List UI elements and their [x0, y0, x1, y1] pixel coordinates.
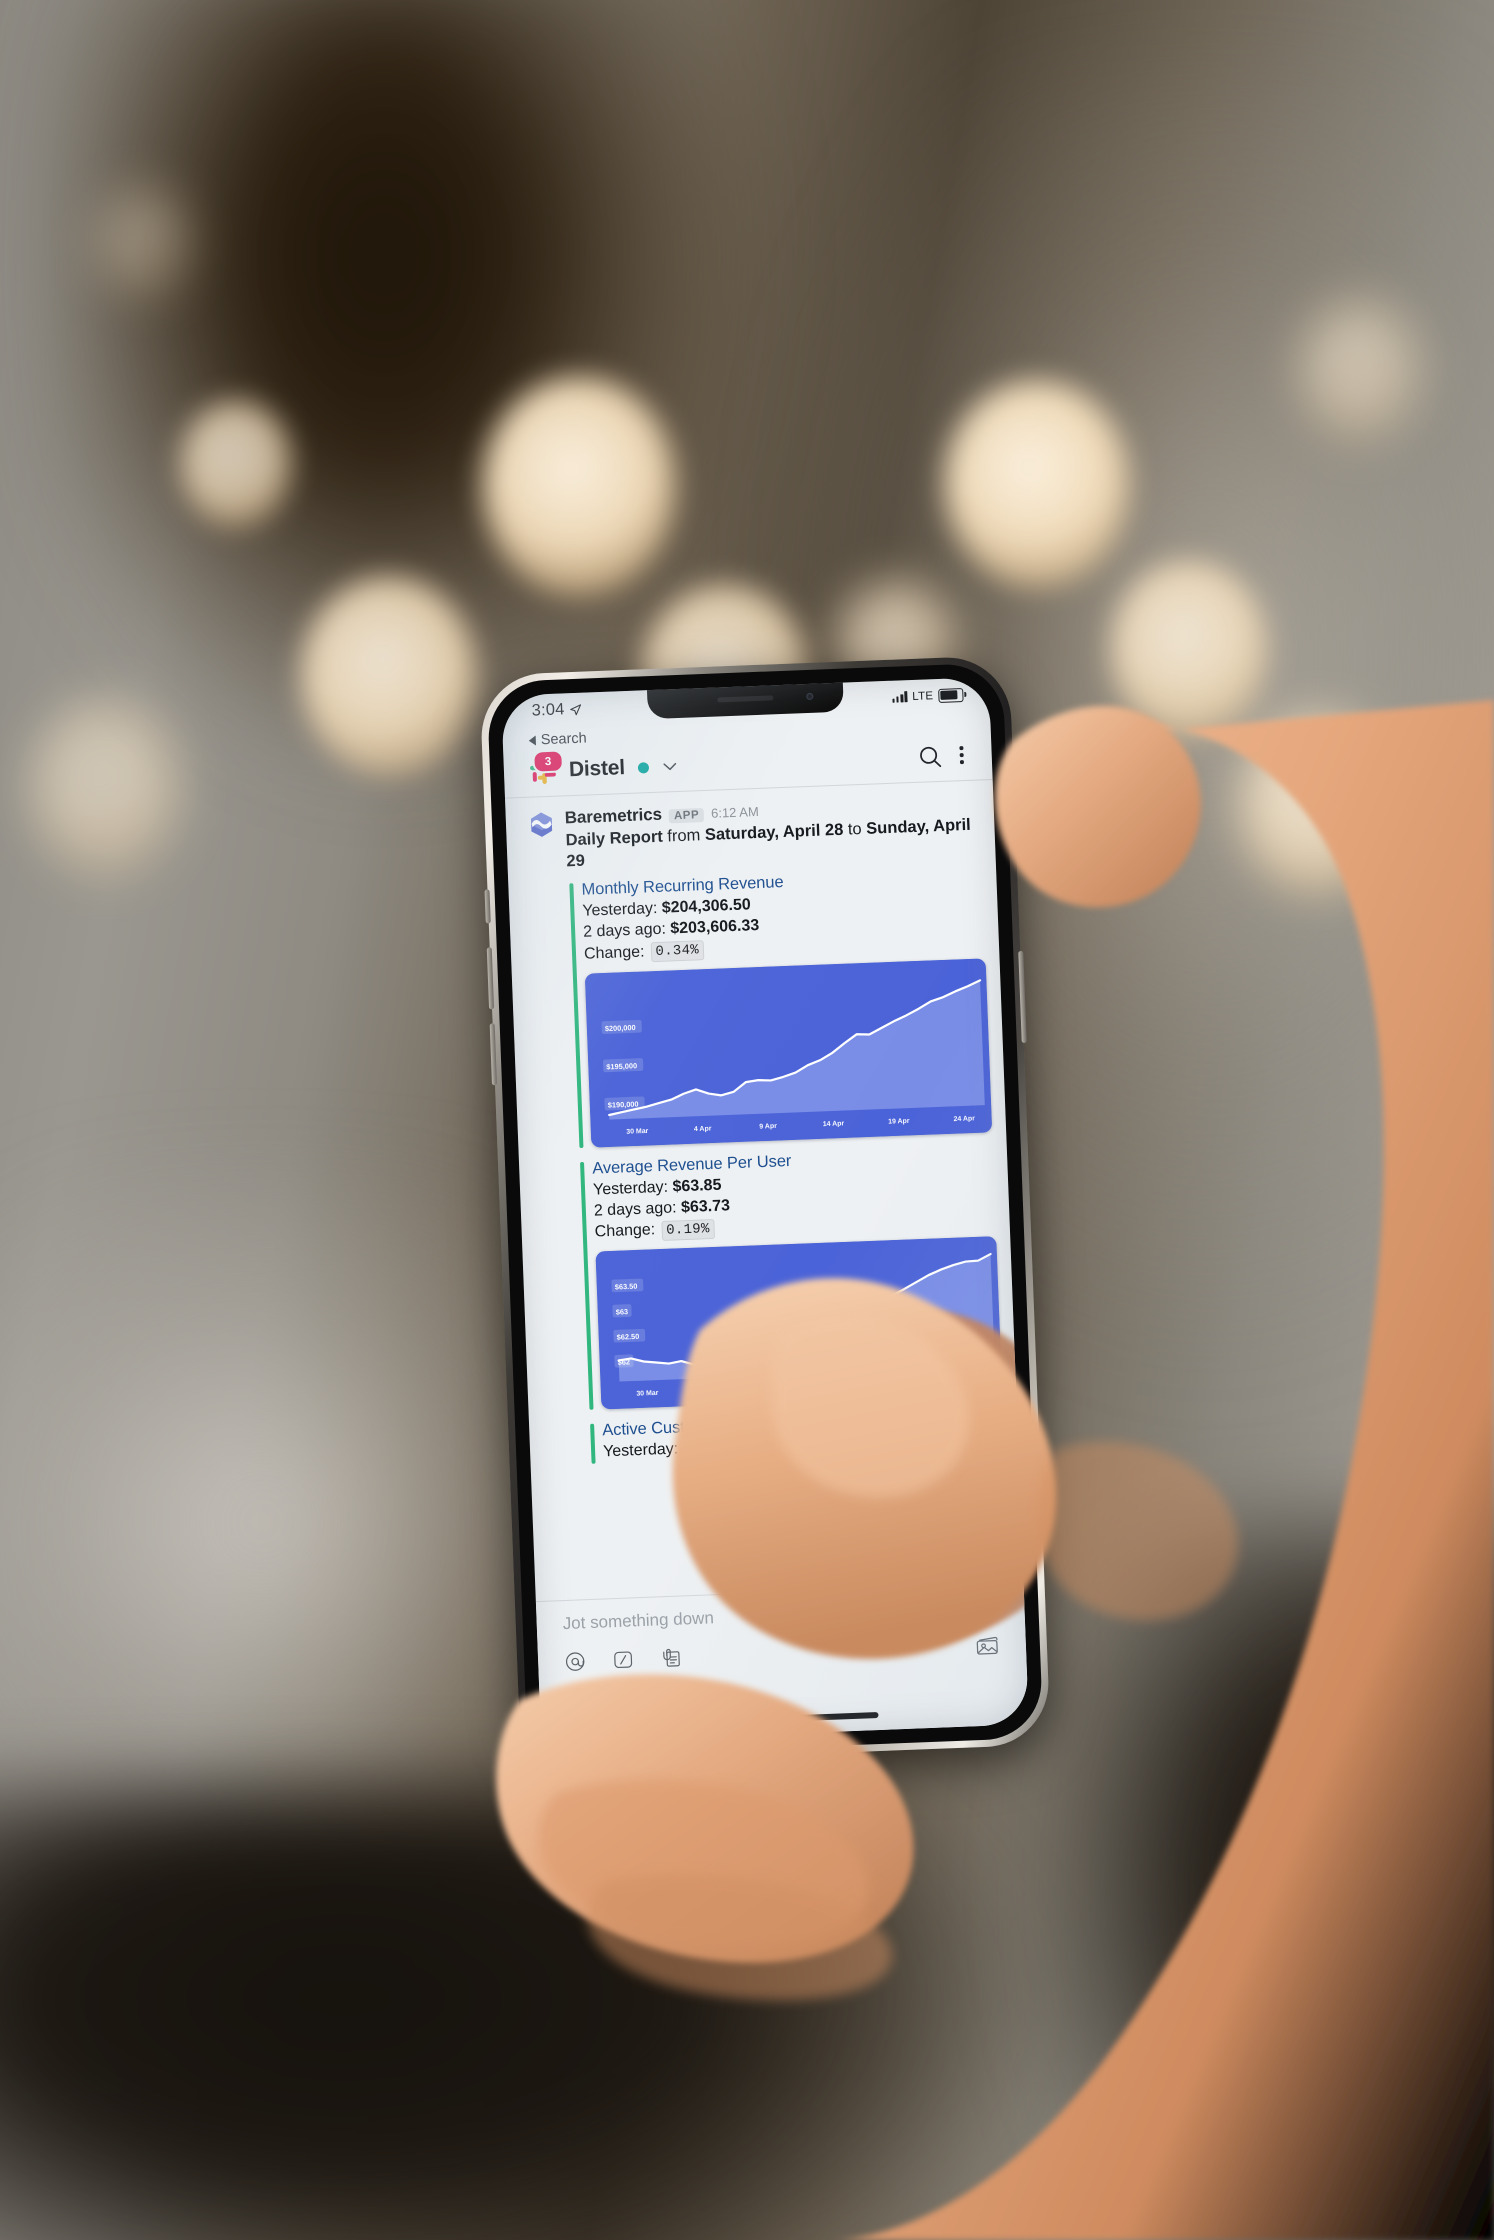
signal-bars-icon: [892, 691, 908, 703]
change-value: 0.19%: [660, 1218, 716, 1241]
baremetrics-logo-icon[interactable]: [528, 811, 556, 839]
two-days-label: 2 days ago:: [593, 1198, 677, 1220]
svg-text:$62: $62: [618, 1358, 631, 1367]
message-timestamp: 6:12 AM: [710, 803, 760, 821]
change-value: 0.34%: [650, 940, 705, 963]
yesterday-label: Yesterday:: [582, 900, 658, 921]
two-days-label: 2 days ago:: [582, 920, 667, 941]
slash-command-icon[interactable]: [612, 1648, 635, 1676]
attachment-mrr: Monthly Recurring Revenue Yesterday: $20…: [567, 866, 993, 1148]
two-days-value: $203,606.33: [670, 917, 760, 938]
presence-indicator: [637, 761, 650, 774]
svg-text:$62.50: $62.50: [617, 1332, 640, 1342]
bokeh-light: [30, 700, 180, 876]
bokeh-light: [482, 376, 676, 596]
message-body: Baremetrics APP 6:12 AM Daily Report fro…: [564, 792, 1004, 1464]
status-time: 3:04: [531, 700, 565, 720]
attachment-icon[interactable]: [660, 1646, 683, 1674]
workspace-name[interactable]: Distel: [569, 756, 626, 782]
report-title-bold-2: Saturday, April 28: [704, 820, 844, 845]
photo-library-icon[interactable]: [974, 1633, 1000, 1662]
slack-logo-icon[interactable]: 3: [527, 749, 565, 787]
back-label: Search: [540, 730, 588, 749]
report-title-plain-2: to: [847, 820, 862, 839]
svg-text:$200,000: $200,000: [605, 1023, 636, 1033]
home-indicator[interactable]: [690, 1712, 879, 1726]
svg-text:19 Apr: 19 Apr: [888, 1117, 910, 1125]
bokeh-light: [96, 186, 192, 298]
bokeh-light: [180, 400, 292, 528]
bokeh-light: [1110, 560, 1268, 738]
chevron-down-icon[interactable]: [663, 760, 677, 774]
two-days-value: $63.73: [680, 1196, 731, 1216]
yesterday-label: Yesterday:: [602, 1440, 679, 1461]
bokeh-light: [300, 576, 478, 776]
volume-up-button[interactable]: [486, 947, 495, 1010]
svg-text:14 Apr: 14 Apr: [882, 1381, 904, 1389]
svg-text:$63.50: $63.50: [615, 1282, 638, 1292]
svg-text:14 Apr: 14 Apr: [823, 1120, 845, 1128]
yesterday-value: $204,306.50: [661, 896, 752, 917]
background-dark-floor: [0, 1790, 1040, 2240]
svg-text:4 Apr: 4 Apr: [720, 1387, 738, 1395]
change-label: Change:: [594, 1221, 656, 1241]
volume-down-button[interactable]: [489, 1023, 498, 1086]
yesterday-label: Yesterday:: [592, 1178, 669, 1199]
bokeh-light: [944, 380, 1130, 588]
svg-text:9 Apr: 9 Apr: [759, 1123, 777, 1131]
report-title-bold-1: Daily Report: [565, 827, 664, 850]
message-composer: Jot something down: [535, 1582, 1029, 1743]
yesterday-value: $63.85: [672, 1176, 722, 1196]
svg-text:30 Mar: 30 Mar: [636, 1390, 659, 1398]
svg-text:$63: $63: [616, 1307, 629, 1316]
back-chevron-icon: [528, 735, 536, 746]
search-icon[interactable]: [918, 743, 944, 769]
message-sender[interactable]: Baremetrics: [564, 805, 662, 829]
phone-device: 3:04 LTE Search 3 Distel Baremetrics APP…: [453, 655, 1076, 1786]
svg-text:24 Apr: 24 Apr: [953, 1115, 975, 1123]
message-list[interactable]: Baremetrics APP 6:12 AM Daily Report fro…: [505, 780, 1018, 1466]
svg-text:$195,000: $195,000: [606, 1061, 637, 1071]
change-label: Change:: [583, 943, 645, 963]
svg-text:9 Apr: 9 Apr: [802, 1384, 820, 1392]
svg-text:30 Mar: 30 Mar: [626, 1127, 649, 1135]
carrier-label: LTE: [912, 689, 934, 703]
bokeh-light: [1300, 300, 1420, 440]
app-badge: APP: [668, 808, 705, 824]
chart-arpu[interactable]: $62 $62.50 $63 $63.50 30 Mar 4 Apr 9 Apr 14 Apr…: [595, 1236, 1003, 1410]
status-time-group: 3:04: [531, 700, 582, 720]
at-mention-icon[interactable]: [564, 1650, 587, 1678]
attachment-arpu: Average Revenue Per User Yesterday: $63.…: [578, 1144, 1003, 1410]
svg-text:19 Apr: 19 Apr: [963, 1377, 985, 1385]
message-item: Baremetrics APP 6:12 AM Daily Report fro…: [505, 792, 1018, 1466]
kebab-menu-icon[interactable]: [954, 742, 971, 768]
svg-text:4 Apr: 4 Apr: [694, 1125, 712, 1133]
chart-mrr[interactable]: $190,000 $195,000 $200,000 30 Mar 4 Apr 9 Apr…: [584, 957, 993, 1148]
battery-icon: [938, 688, 964, 703]
header-spacer: [688, 757, 907, 765]
yesterday-value: 3200: [682, 1439, 719, 1458]
mute-switch[interactable]: [484, 889, 491, 924]
status-indicators: LTE: [892, 686, 964, 704]
report-title-plain-1: from: [667, 826, 701, 846]
phone-frame: 3:04 LTE Search 3 Distel Baremetrics APP…: [479, 655, 1051, 1765]
location-arrow-icon: [569, 703, 581, 716]
bokeh-light: [1238, 716, 1398, 896]
attachment-active-customers: Active Customers Yesterday: 3200: [588, 1406, 1004, 1464]
toolbar-spacer: [708, 1649, 949, 1658]
phone-bezel: 3:04 LTE Search 3 Distel Baremetrics APP…: [486, 662, 1044, 1758]
unread-badge: 3: [532, 749, 565, 774]
phone-screen: 3:04 LTE Search 3 Distel Baremetrics APP…: [501, 677, 1029, 1743]
svg-text:$190,000: $190,000: [608, 1099, 639, 1109]
